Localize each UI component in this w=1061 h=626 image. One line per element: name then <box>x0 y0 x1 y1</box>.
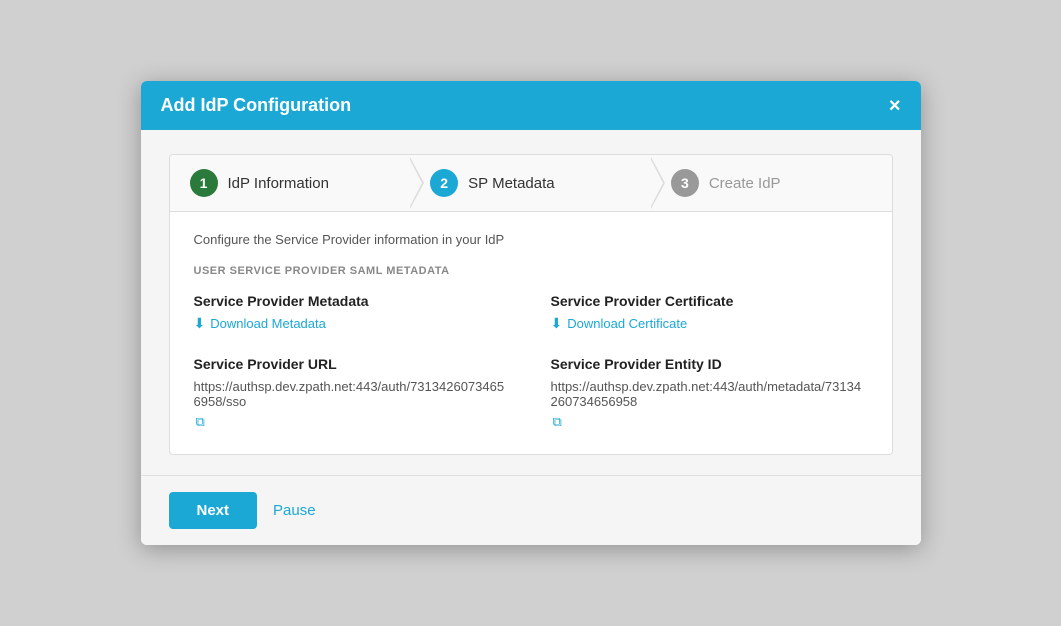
step-1-number: 1 <box>190 169 218 197</box>
sp-entity-value: https://authsp.dev.zpath.net:443/auth/me… <box>551 379 868 409</box>
metadata-item-0: Service Provider Metadata ⬇ Download Met… <box>194 293 511 332</box>
configure-text: Configure the Service Provider informati… <box>194 232 868 247</box>
metadata-label-1: Service Provider Certificate <box>551 293 868 309</box>
step-2-label: SP Metadata <box>468 175 554 192</box>
step-2-number: 2 <box>430 169 458 197</box>
stepper-card: 1 IdP Information 2 SP Metadata 3 <box>169 154 893 455</box>
modal-overlay: Add IdP Configuration × 1 IdP Informatio… <box>0 0 1061 626</box>
step-1[interactable]: 1 IdP Information <box>170 155 411 211</box>
sp-entity-text: https://authsp.dev.zpath.net:443/auth/me… <box>551 379 868 430</box>
section-label: USER SERVICE PROVIDER SAML METADATA <box>194 265 868 277</box>
step-3[interactable]: 3 Create IdP <box>651 155 892 211</box>
step-3-label: Create IdP <box>709 175 781 192</box>
sp-url-value: https://authsp.dev.zpath.net:443/auth/73… <box>194 379 511 409</box>
metadata-item-3: Service Provider Entity ID https://auths… <box>551 356 868 430</box>
stepper-content: Configure the Service Provider informati… <box>170 212 892 454</box>
modal-header: Add IdP Configuration × <box>141 81 921 130</box>
metadata-item-2: Service Provider URL https://authsp.dev.… <box>194 356 511 430</box>
stepper-header: 1 IdP Information 2 SP Metadata 3 <box>170 155 892 212</box>
metadata-grid: Service Provider Metadata ⬇ Download Met… <box>194 293 868 430</box>
pause-button[interactable]: Pause <box>273 502 316 519</box>
metadata-item-1: Service Provider Certificate ⬇ Download … <box>551 293 868 332</box>
step-2[interactable]: 2 SP Metadata <box>410 155 651 211</box>
download-certificate-icon: ⬇ <box>551 315 563 332</box>
step-3-number: 3 <box>671 169 699 197</box>
sp-url-text: https://authsp.dev.zpath.net:443/auth/73… <box>194 379 511 430</box>
metadata-label-2: Service Provider URL <box>194 356 511 372</box>
close-button[interactable]: × <box>889 96 901 116</box>
modal-title: Add IdP Configuration <box>161 95 352 116</box>
metadata-label-0: Service Provider Metadata <box>194 293 511 309</box>
sp-url-copy-icon[interactable]: ⧉ <box>196 414 205 430</box>
sp-entity-copy-icon[interactable]: ⧉ <box>553 414 562 430</box>
modal-footer: Next Pause <box>141 475 921 545</box>
next-button[interactable]: Next <box>169 492 258 529</box>
download-metadata-link[interactable]: ⬇ Download Metadata <box>194 315 326 332</box>
modal: Add IdP Configuration × 1 IdP Informatio… <box>141 81 921 545</box>
metadata-label-3: Service Provider Entity ID <box>551 356 868 372</box>
download-certificate-link[interactable]: ⬇ Download Certificate <box>551 315 688 332</box>
download-certificate-text: Download Certificate <box>567 316 687 331</box>
step-1-label: IdP Information <box>228 175 329 192</box>
download-metadata-icon: ⬇ <box>194 315 206 332</box>
modal-body: 1 IdP Information 2 SP Metadata 3 <box>141 130 921 475</box>
download-metadata-text: Download Metadata <box>210 316 326 331</box>
